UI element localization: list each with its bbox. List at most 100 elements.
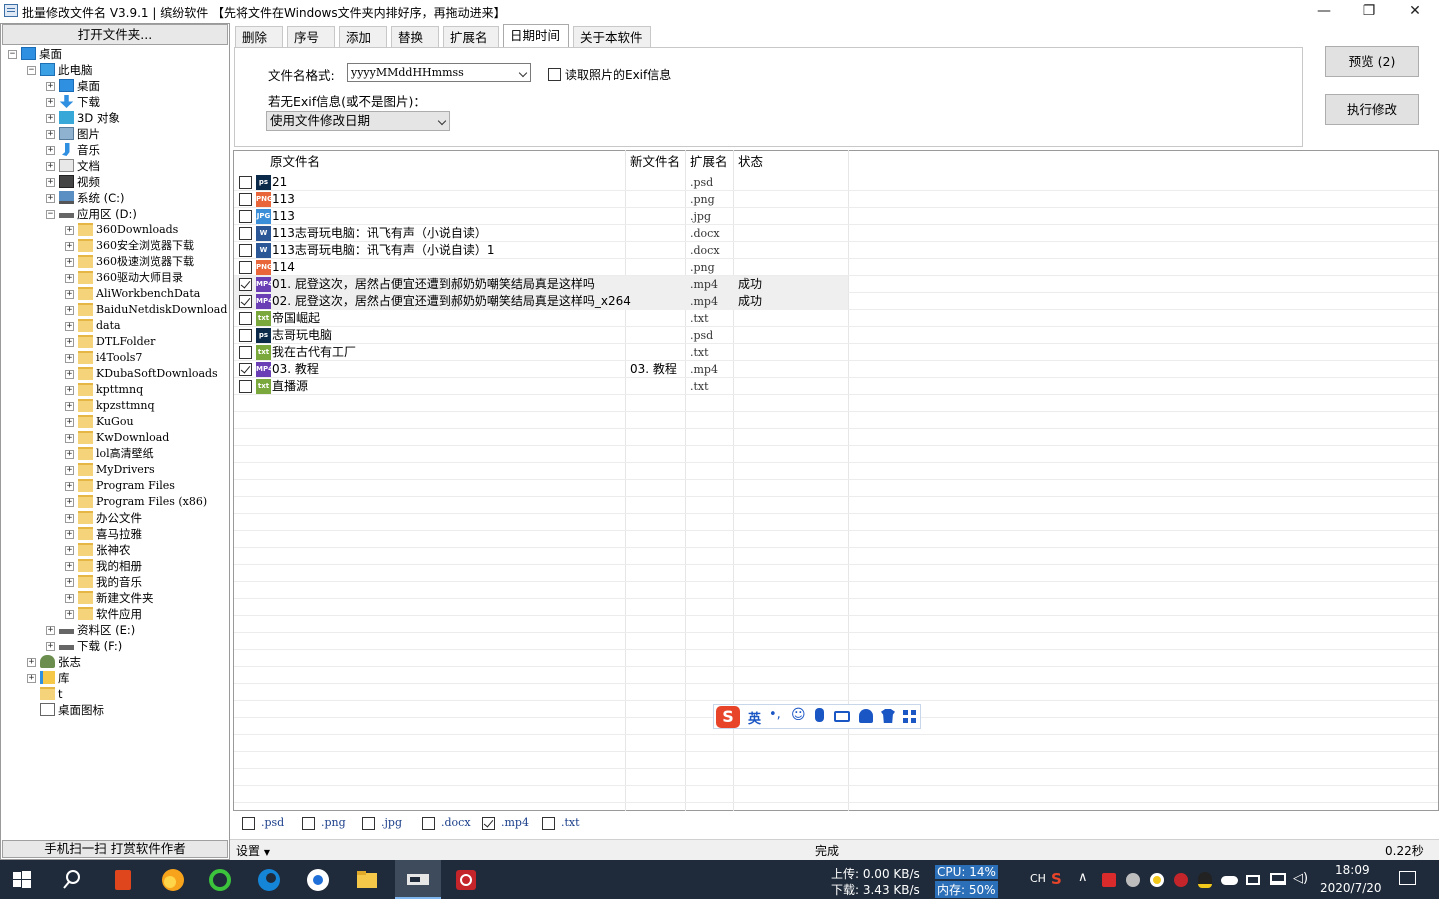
expand-toggle-icon[interactable]: + — [65, 498, 74, 507]
tree-node[interactable]: + 资料区 (E:) — [2, 622, 228, 638]
column-header-ext[interactable]: 扩展名 — [690, 150, 728, 174]
expand-toggle-icon[interactable]: + — [65, 290, 74, 299]
file-checkbox[interactable] — [239, 261, 252, 274]
microphone-icon[interactable] — [815, 708, 824, 722]
filter-checkbox[interactable] — [482, 817, 495, 830]
file-row[interactable]: ps 志哥玩电脑 .psd — [234, 327, 1438, 344]
tree-node[interactable]: + KuGou — [2, 414, 228, 430]
expand-toggle-icon[interactable]: + — [65, 386, 74, 395]
filter-checkbox[interactable] — [302, 817, 315, 830]
tab-4[interactable]: 扩展名 — [443, 26, 499, 48]
tree-node[interactable]: − 此电脑 — [2, 62, 228, 78]
toolbox-icon[interactable] — [903, 710, 916, 723]
file-checkbox[interactable] — [239, 312, 252, 325]
expand-toggle-icon[interactable]: + — [27, 674, 36, 683]
filter-checkbox[interactable] — [242, 817, 255, 830]
chevron-up-icon[interactable]: ∧ — [1078, 870, 1088, 885]
folder-tree[interactable]: − 桌面 − 此电脑 + 桌面 + 下载 +3D 对象 + 图片 + 音乐 + 文档 + 视频 + 系统 (C:) −… — [2, 46, 228, 836]
expand-toggle-icon[interactable]: + — [46, 162, 55, 171]
file-row[interactable]: MP4 01. 屁登这次，居然占便宜还遭到郝奶奶嘲笑结局真是这样吗 .mp4 成功 — [234, 276, 848, 293]
expand-toggle-icon[interactable]: + — [46, 146, 55, 155]
cloud-icon[interactable] — [1221, 876, 1238, 885]
exif-checkbox[interactable] — [548, 68, 561, 81]
tree-node[interactable]: + 桌面 — [2, 78, 228, 94]
expand-toggle-icon[interactable]: + — [65, 354, 74, 363]
expand-toggle-icon[interactable]: + — [46, 642, 55, 651]
expand-toggle-icon[interactable]: + — [65, 434, 74, 443]
tree-node[interactable]: + 张志 — [2, 654, 228, 670]
tray-app-icon[interactable] — [1102, 873, 1116, 887]
input-language[interactable]: CH — [1030, 872, 1046, 885]
filter-checkbox[interactable] — [422, 817, 435, 830]
tree-node[interactable]: + 软件应用 — [2, 606, 228, 622]
file-row[interactable]: txt 直播源 .txt — [234, 378, 1438, 395]
tree-node[interactable]: + 下载 — [2, 94, 228, 110]
tree-node[interactable]: + 音乐 — [2, 142, 228, 158]
tree-node[interactable]: − 应用区 (D:) — [2, 206, 228, 222]
expand-toggle-icon[interactable]: + — [65, 226, 74, 235]
tree-node[interactable]: +360极速浏览器下载 — [2, 254, 228, 270]
tray-app-icon[interactable] — [1126, 873, 1140, 887]
expand-toggle-icon[interactable]: + — [65, 338, 74, 347]
clock-time[interactable]: 18:09 — [1335, 863, 1370, 877]
expand-toggle-icon[interactable]: + — [46, 626, 55, 635]
minimize-button[interactable]: — — [1301, 0, 1347, 22]
expand-toggle-icon[interactable]: + — [65, 482, 74, 491]
file-checkbox[interactable] — [239, 210, 252, 223]
file-checkbox[interactable] — [239, 244, 252, 257]
expand-toggle-icon[interactable]: + — [65, 450, 74, 459]
expand-toggle-icon[interactable]: + — [46, 82, 55, 91]
refresh-app-icon[interactable] — [207, 867, 233, 893]
file-checkbox[interactable] — [239, 176, 252, 189]
file-row[interactable]: PNG 114 .png — [234, 259, 1438, 276]
tab-0[interactable]: 删除 — [235, 26, 283, 48]
tree-node[interactable]: + kpzsttmnq — [2, 398, 228, 414]
notification-icon[interactable] — [1399, 871, 1416, 885]
tree-node[interactable]: + 我的音乐 — [2, 574, 228, 590]
tree-node[interactable]: + 张神农 — [2, 542, 228, 558]
office-icon[interactable] — [110, 867, 136, 893]
close-button[interactable]: ✕ — [1392, 0, 1438, 22]
tree-node[interactable]: + MyDrivers — [2, 462, 228, 478]
tree-node[interactable]: + AliWorkbenchData — [2, 286, 228, 302]
volume-icon[interactable]: ◁) — [1293, 871, 1308, 886]
start-button[interactable] — [11, 869, 33, 891]
expand-toggle-icon[interactable]: + — [46, 98, 55, 107]
file-row[interactable]: JPG 113 .jpg — [234, 208, 1438, 225]
expand-toggle-icon[interactable]: + — [65, 322, 74, 331]
tree-node[interactable]: + 喜马拉雅 — [2, 526, 228, 542]
qq-icon[interactable] — [1198, 872, 1212, 888]
file-row[interactable]: txt 帝国崛起 .txt — [234, 310, 1438, 327]
expand-toggle-icon[interactable]: + — [65, 466, 74, 475]
tree-node[interactable]: + DTLFolder — [2, 334, 228, 350]
expand-toggle-icon[interactable]: + — [65, 514, 74, 523]
expand-toggle-icon[interactable]: − — [46, 210, 55, 219]
punctuation-icon[interactable]: •, — [769, 707, 781, 722]
tree-node[interactable]: + KwDownload — [2, 430, 228, 446]
settings-menu[interactable]: 设置 ▼ — [236, 842, 270, 859]
file-row[interactable]: PNG 113 .png — [234, 191, 1438, 208]
tree-node[interactable]: + KDubaSoftDownloads — [2, 366, 228, 382]
file-checkbox[interactable] — [239, 227, 252, 240]
file-checkbox[interactable] — [239, 278, 252, 291]
tree-node[interactable]: + BaiduNetdiskDownload — [2, 302, 228, 318]
file-row[interactable]: W 113志哥玩电脑：讯飞有声（小说自读） .docx — [234, 225, 1438, 242]
expand-toggle-icon[interactable]: + — [65, 562, 74, 571]
expand-toggle-icon[interactable]: + — [65, 610, 74, 619]
ime-mode[interactable]: 英 — [748, 708, 761, 727]
preview-button[interactable]: 预览 (2) — [1325, 46, 1419, 77]
filter-checkbox[interactable] — [362, 817, 375, 830]
tree-node[interactable]: + 我的相册 — [2, 558, 228, 574]
sogou-tray-icon[interactable]: S — [1051, 870, 1067, 888]
expand-toggle-icon[interactable]: + — [46, 178, 55, 187]
expand-toggle-icon[interactable]: + — [46, 130, 55, 139]
noexif-select[interactable]: 使用文件修改日期 — [266, 111, 450, 131]
tree-node[interactable]: + 办公文件 — [2, 510, 228, 526]
file-checkbox[interactable] — [239, 295, 252, 308]
expand-toggle-icon[interactable]: + — [65, 258, 74, 267]
clock-date[interactable]: 2020/7/20 — [1320, 881, 1382, 895]
keyboard-icon[interactable] — [834, 711, 850, 722]
tray-recorder-icon[interactable] — [1174, 873, 1188, 887]
tree-node[interactable]: + data — [2, 318, 228, 334]
column-header-original[interactable]: 原文件名 — [270, 150, 320, 174]
